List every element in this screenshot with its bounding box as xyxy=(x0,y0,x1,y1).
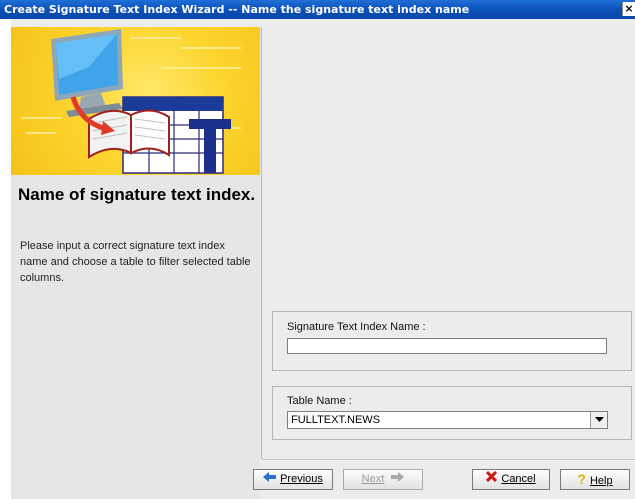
previous-button[interactable]: Previous xyxy=(253,469,333,490)
table-name-select[interactable]: FULLTEXT.NEWS xyxy=(287,411,608,429)
arrow-right-icon xyxy=(391,470,405,489)
window-frame-left xyxy=(0,19,11,499)
next-label: Next xyxy=(361,473,385,485)
chevron-down-icon[interactable] xyxy=(590,412,607,428)
question-icon: ? xyxy=(577,471,586,487)
arrow-left-icon xyxy=(263,470,277,489)
window-titlebar: Create Signature Text Index Wizard -- Na… xyxy=(0,0,635,19)
content-area: Signature Text Index Name : Table Name :… xyxy=(262,27,635,459)
index-name-field[interactable] xyxy=(287,338,607,354)
step-description: Please input a correct signature text in… xyxy=(20,240,251,284)
index-name-group: Signature Text Index Name : xyxy=(272,311,632,371)
help-button[interactable]: ? Help xyxy=(560,469,630,490)
close-button[interactable]: × xyxy=(622,2,635,16)
table-name-group: Table Name : FULLTEXT.NEWS xyxy=(272,386,632,440)
previous-label: Previous xyxy=(280,473,323,485)
table-name-label: Table Name : xyxy=(287,395,352,407)
table-name-value: FULLTEXT.NEWS xyxy=(291,414,381,426)
index-name-label: Signature Text Index Name : xyxy=(287,321,426,333)
next-button[interactable]: Next xyxy=(343,469,423,490)
cancel-button[interactable]: Cancel xyxy=(472,469,550,490)
footer-separator xyxy=(262,459,635,460)
x-icon xyxy=(486,470,498,489)
computer-book-table-icon xyxy=(21,29,241,174)
step-heading: Name of signature text index. xyxy=(18,185,256,204)
left-panel: Name of signature text index. Please inp… xyxy=(11,27,260,499)
cancel-label: Cancel xyxy=(501,473,536,485)
banner-image xyxy=(11,27,260,175)
help-label: Help xyxy=(589,475,613,487)
window-title: Create Signature Text Index Wizard -- Na… xyxy=(4,3,470,16)
